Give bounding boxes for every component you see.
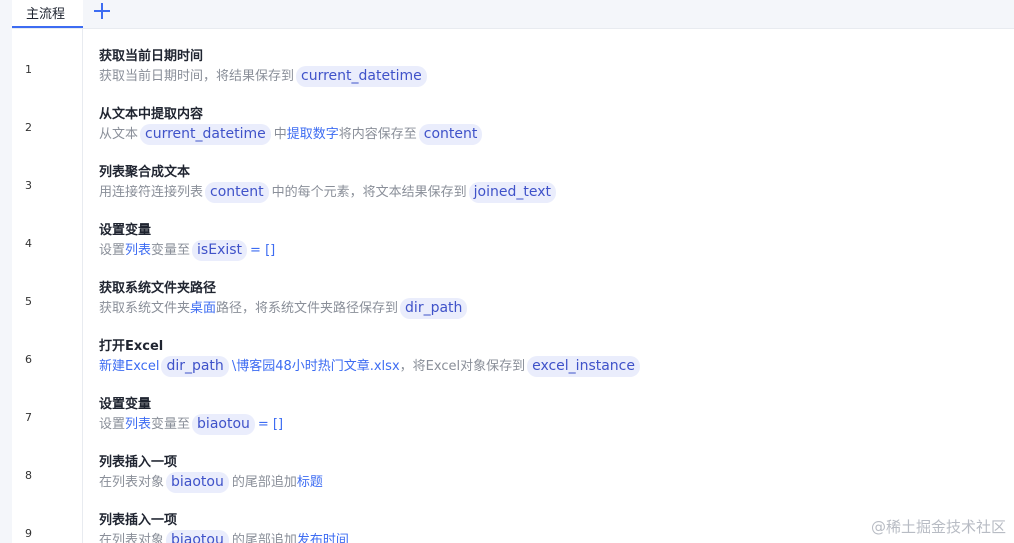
description-text: 用连接符连接列表 [99, 185, 204, 200]
variable-chip[interactable]: current_datetime [296, 66, 427, 87]
step-title: 打开Excel [99, 339, 164, 354]
variable-chip[interactable]: biaotou [166, 530, 229, 543]
parameter-value[interactable]: = [] [258, 417, 283, 432]
parameter-value[interactable]: 桌面 [190, 301, 216, 316]
description-text: 的尾部追加 [231, 475, 297, 490]
variable-chip[interactable]: dir_path [400, 298, 468, 319]
description-text: 的尾部追加 [231, 533, 297, 543]
step-number: 3 [25, 179, 32, 192]
step-description: 在列表对象 biaotou 的尾部追加标题 [99, 472, 323, 494]
step-description: 新建Excel dir_path \博客园48小时热门文章.xlsx，将Excel对… [99, 356, 643, 378]
step-number: 4 [25, 237, 32, 250]
step-row[interactable]: 8 列表插入一项 在列表对象 biaotou 的尾部追加标题 [12, 441, 1014, 499]
description-text: 路径，将系统文件夹路径保存到 [216, 301, 399, 316]
parameter-value[interactable]: 标题 [297, 475, 323, 490]
step-number: 1 [25, 63, 32, 76]
step-title: 获取当前日期时间 [99, 49, 204, 64]
step-number: 9 [25, 527, 32, 540]
step-row[interactable]: 6 打开Excel 新建Excel dir_path \博客园48小时热门文章.xlsx… [12, 325, 1014, 383]
variable-chip[interactable]: isExist [192, 240, 248, 261]
variable-chip[interactable]: excel_instance [527, 356, 640, 377]
description-text: 中 [273, 127, 287, 142]
step-description: 设置列表变量至 biaotou = [] [99, 414, 283, 436]
tab-bar: 主流程 [0, 0, 1014, 28]
description-text: 在列表对象 [99, 533, 165, 543]
parameter-value[interactable]: 提取数字 [287, 127, 339, 142]
parameter-value[interactable]: = [] [250, 243, 275, 258]
step-row[interactable]: 7 设置变量设置列表变量至 biaotou = [] [12, 383, 1014, 441]
step-row[interactable]: 1 获取当前日期时间获取当前日期时间，将结果保存到 current_datetime [12, 35, 1014, 93]
step-description: 设置列表变量至 isExist = [] [99, 240, 275, 262]
description-text: 获取当前日期时间，将结果保存到 [99, 69, 295, 84]
parameter-value[interactable]: 发布时间 [297, 533, 349, 543]
tab-main-flow[interactable]: 主流程 [12, 0, 83, 28]
variable-chip[interactable]: joined_text [468, 182, 556, 203]
step-title: 从文本中提取内容 [99, 107, 204, 122]
step-number: 5 [25, 295, 32, 308]
step-list: 1 获取当前日期时间 获取当前日期时间，将结果保存到 current_datetime… [12, 28, 1014, 543]
description-text: 设置 [99, 243, 126, 258]
step-title: 列表聚合成文本 [99, 165, 191, 180]
description-text: 设置 [99, 417, 126, 432]
step-number: 8 [25, 469, 32, 482]
parameter-value[interactable]: 新建Excel [99, 359, 159, 374]
description-text: 中的每个元素，将文本结果保存到 [271, 185, 467, 200]
variable-chip[interactable]: biaotou [166, 472, 229, 493]
description-text: 变量至 [151, 243, 191, 258]
step-row[interactable]: 4 设置变量设置列表变量至 isExist = [] [12, 209, 1014, 267]
parameter-value[interactable]: 列表 [125, 417, 151, 432]
step-title: 设置变量 [99, 397, 152, 412]
variable-chip[interactable]: biaotou [192, 414, 255, 435]
step-row[interactable]: 2 从文本中提取内容 从文本 current_datetime 中提取数字将内容保存至 c… [12, 93, 1014, 151]
description-text: 将内容保存至 [338, 127, 417, 142]
variable-chip[interactable]: content [418, 124, 483, 145]
step-title: 列表插入一项 [99, 455, 178, 470]
parameter-value[interactable]: 列表 [125, 243, 151, 258]
step-row[interactable]: 5 获取系统文件夹路径 获取系统文件夹桌面路径，将系统文件夹路径保存到 dir_pat… [12, 267, 1014, 325]
tab-label: 主流程 [26, 7, 66, 22]
step-row[interactable]: 3 列表聚合成文本 用连接符连接列表 content 中的每个元素，将文本结果保存到 jo… [12, 151, 1014, 209]
add-tab-button[interactable] [92, 1, 112, 21]
plus-icon [94, 3, 110, 19]
flow-editor: 主流程 1 获取当前日期时间 获取当前日期时间，将结果保存到 current_date… [0, 0, 1014, 543]
description-text: 在列表对象 [99, 475, 165, 490]
description-text: ，将Excel对象保存到 [399, 359, 526, 374]
step-number: 2 [25, 121, 32, 134]
parameter-value[interactable]: \博客园48小时热门文章.xlsx [232, 359, 400, 374]
step-number: 6 [25, 353, 32, 366]
variable-chip[interactable]: current_datetime [140, 124, 271, 145]
step-row[interactable]: 9 列表插入一项在列表对象 biaotou 的尾部追加发布时间 [12, 499, 1014, 543]
step-title: 获取系统文件夹路径 [99, 281, 217, 296]
step-description: 获取当前日期时间，将结果保存到 current_datetime [99, 66, 430, 88]
step-title: 列表插入一项 [99, 513, 178, 528]
step-number: 7 [25, 411, 32, 424]
variable-chip[interactable]: content [205, 182, 269, 203]
description-text: 获取系统文件夹 [99, 301, 191, 316]
step-description: 从文本 current_datetime 中提取数字将内容保存至 content [99, 124, 485, 146]
step-title: 设置变量 [99, 223, 152, 238]
step-description: 获取系统文件夹桌面路径，将系统文件夹路径保存到 dir_path [99, 298, 470, 320]
step-description: 在列表对象 biaotou 的尾部追加发布时间 [99, 530, 349, 543]
description-text: 变量至 [151, 417, 191, 432]
step-description: 用连接符连接列表 content 中的每个元素，将文本结果保存到 joined_tex… [99, 182, 559, 204]
step-rows: 1 获取当前日期时间 获取当前日期时间，将结果保存到 current_datetime… [12, 29, 1014, 543]
description-text: 从文本 [99, 127, 139, 142]
watermark: @稀土掘金技术社区 [870, 518, 1006, 536]
variable-chip[interactable]: dir_path [161, 356, 229, 377]
